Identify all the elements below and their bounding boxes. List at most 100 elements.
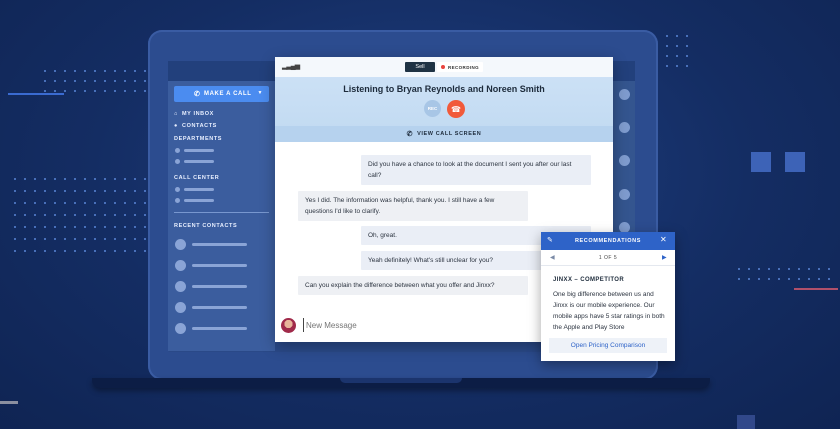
- decorative-dot: [24, 250, 26, 252]
- decorative-dot: [134, 70, 136, 72]
- decorative-dot: [114, 90, 116, 92]
- decorative-dot: [84, 80, 86, 82]
- decorative-dot: [44, 214, 46, 216]
- decorative-dot: [798, 278, 800, 280]
- decorative-dot: [84, 190, 86, 192]
- person-icon: ●: [174, 123, 178, 129]
- decorative-dot: [84, 214, 86, 216]
- decorative-dot: [124, 202, 126, 204]
- decorative-dot: [94, 202, 96, 204]
- decorative-dot: [64, 80, 66, 82]
- decorative-dot: [64, 250, 66, 252]
- contact-avatar-placeholder[interactable]: [175, 239, 186, 250]
- right-avatar-placeholder[interactable]: [619, 189, 630, 200]
- decorative-dot: [114, 214, 116, 216]
- call-center-item-placeholder[interactable]: [184, 188, 214, 191]
- decorative-dot: [54, 226, 56, 228]
- decorative-dot: [124, 238, 126, 240]
- decorative-dot: [34, 238, 36, 240]
- decorative-dot: [114, 80, 116, 82]
- decorative-dot-grid-left: [14, 178, 146, 252]
- decorative-dot: [666, 35, 668, 37]
- contact-avatar-placeholder[interactable]: [175, 281, 186, 292]
- close-icon[interactable]: ✕: [660, 235, 667, 244]
- sidebar-item-contacts[interactable]: ● CONTACTS: [174, 123, 217, 129]
- decorative-dot: [64, 226, 66, 228]
- decorative-dot: [686, 55, 688, 57]
- decorative-dot: [104, 190, 106, 192]
- contact-avatar-placeholder[interactable]: [175, 260, 186, 271]
- decorative-bar: [8, 93, 64, 95]
- new-message-input[interactable]: [303, 318, 533, 332]
- open-pricing-comparison-button[interactable]: Open Pricing Comparison: [549, 338, 667, 353]
- decorative-dot: [74, 70, 76, 72]
- decorative-dot: [686, 45, 688, 47]
- decorative-dot: [24, 202, 26, 204]
- decorative-dot: [44, 190, 46, 192]
- decorative-dot: [54, 250, 56, 252]
- decorative-dot: [54, 202, 56, 204]
- decorative-dot: [778, 268, 780, 270]
- decorative-dot: [808, 278, 810, 280]
- view-call-screen-label: VIEW CALL SCREEN: [417, 131, 482, 137]
- previous-arrow-icon[interactable]: ◀: [550, 254, 555, 261]
- contact-name-placeholder[interactable]: [192, 327, 247, 330]
- contact-avatar-placeholder[interactable]: [175, 323, 186, 334]
- right-avatar-placeholder[interactable]: [619, 89, 630, 100]
- decorative-dot: [114, 70, 116, 72]
- decorative-dot: [144, 80, 146, 82]
- decorative-dot: [134, 80, 136, 82]
- decorative-dot: [104, 70, 106, 72]
- next-arrow-icon[interactable]: ▶: [662, 254, 667, 261]
- contact-avatar-placeholder[interactable]: [175, 302, 186, 313]
- decorative-dot: [808, 268, 810, 270]
- decorative-dot: [144, 70, 146, 72]
- call-center-item-placeholder[interactable]: [184, 199, 214, 202]
- decorative-dot: [124, 226, 126, 228]
- decorative-dot: [24, 226, 26, 228]
- call-center-heading: CALL CENTER: [174, 175, 220, 181]
- decorative-dot: [94, 250, 96, 252]
- decorative-dot: [54, 214, 56, 216]
- department-item-placeholder[interactable]: [184, 160, 214, 163]
- user-avatar[interactable]: [281, 318, 296, 333]
- contact-name-placeholder[interactable]: [192, 243, 247, 246]
- caret-down-icon[interactable]: ▼: [257, 90, 263, 96]
- rec-button[interactable]: REC: [424, 100, 441, 117]
- right-avatar-placeholder[interactable]: [619, 155, 630, 166]
- decorative-dot: [104, 226, 106, 228]
- decorative-dot: [64, 202, 66, 204]
- decorative-dot: [54, 178, 56, 180]
- hang-up-button[interactable]: ☎: [447, 100, 465, 118]
- contact-name-placeholder[interactable]: [192, 285, 247, 288]
- right-avatar-placeholder[interactable]: [619, 122, 630, 133]
- decorative-dot: [24, 214, 26, 216]
- decorative-dot: [64, 238, 66, 240]
- signal-strength-icon: ▂▃▄▅: [282, 63, 300, 70]
- recording-indicator[interactable]: RECORDING: [437, 62, 483, 72]
- department-dot: [175, 148, 180, 153]
- decorative-dot: [134, 90, 136, 92]
- decorative-dot: [134, 202, 136, 204]
- decorative-dot: [124, 80, 126, 82]
- tab-sell[interactable]: Sell: [405, 62, 435, 72]
- decorative-dot: [114, 238, 116, 240]
- make-a-call-label: MAKE A CALL: [204, 91, 252, 97]
- department-item-placeholder[interactable]: [184, 149, 214, 152]
- view-call-screen-button[interactable]: ✆ VIEW CALL SCREEN: [275, 126, 613, 142]
- home-icon: ⌂: [174, 111, 178, 117]
- decorative-dot: [14, 226, 16, 228]
- decorative-dot: [144, 238, 146, 240]
- sidebar-item-inbox[interactable]: ⌂ MY INBOX: [174, 111, 214, 117]
- decorative-dot: [134, 214, 136, 216]
- decorative-dot: [144, 90, 146, 92]
- contact-name-placeholder[interactable]: [192, 264, 247, 267]
- decorative-dot: [34, 202, 36, 204]
- contact-name-placeholder[interactable]: [192, 306, 247, 309]
- decorative-dot: [84, 178, 86, 180]
- decorative-dot: [676, 65, 678, 67]
- make-a-call-button[interactable]: ✆ MAKE A CALL ▼: [174, 86, 269, 102]
- decorative-dot: [94, 214, 96, 216]
- decorative-dot: [84, 70, 86, 72]
- decorative-dot: [94, 80, 96, 82]
